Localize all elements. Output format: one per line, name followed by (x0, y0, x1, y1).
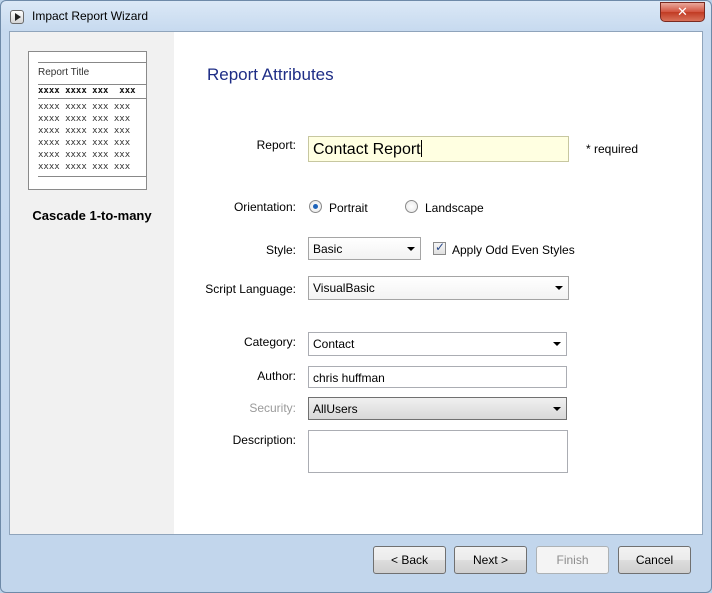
portrait-radio-label[interactable]: Portrait (329, 201, 368, 215)
cancel-button[interactable]: Cancel (618, 546, 691, 574)
chevron-down-icon (553, 407, 561, 411)
description-input[interactable] (308, 430, 568, 473)
category-label: Category: (243, 335, 296, 349)
security-label: Security: (249, 401, 296, 415)
preview-row: xxxx xxxx xxx xxx (38, 150, 131, 160)
preview-row: xxxx xxxx xxx xxx (38, 138, 131, 148)
layout-preview-panel: Report Title xxxx xxxx xxx xxx xxxx xxxx… (10, 32, 174, 534)
category-select[interactable]: Contact (308, 332, 567, 356)
required-note: * required (586, 142, 639, 156)
window-title: Impact Report Wizard (32, 9, 149, 23)
style-value: Basic (313, 242, 343, 256)
preview-row: xxxx xxxx xxx xxx (38, 162, 131, 172)
wizard-content: Report Title xxxx xxxx xxx xxx xxxx xxxx… (9, 31, 703, 535)
odd-even-label[interactable]: Apply Odd Even Styles (452, 243, 575, 257)
close-button[interactable]: ✕ (660, 2, 705, 22)
app-icon (10, 10, 24, 24)
chevron-down-icon (553, 342, 561, 346)
landscape-radio-label[interactable]: Landscape (425, 201, 484, 215)
description-label: Description: (232, 433, 296, 447)
script-language-value: VisualBasic (313, 281, 375, 295)
preview-rule (38, 176, 146, 177)
next-button[interactable]: Next > (454, 546, 527, 574)
text-caret (420, 140, 422, 157)
finish-button[interactable]: Finish (536, 546, 609, 574)
category-value: Contact (313, 337, 355, 351)
report-name-input[interactable]: Contact Report (308, 136, 569, 162)
landscape-radio[interactable] (405, 200, 418, 213)
layout-name: Cascade 1-to-many (32, 208, 152, 223)
preview-row: xxxx xxxx xxx xxx (38, 126, 131, 136)
preview-rule (38, 84, 146, 85)
report-label: Report: (256, 138, 296, 152)
portrait-radio[interactable] (309, 200, 322, 213)
orientation-label: Orientation: (233, 200, 296, 214)
security-value: AllUsers (313, 402, 358, 416)
back-button[interactable]: < Back (373, 546, 446, 574)
author-label: Author: (257, 369, 296, 383)
preview-rule (38, 98, 146, 99)
page-heading: Report Attributes (207, 65, 334, 84)
style-select[interactable]: Basic (308, 237, 421, 260)
chevron-down-icon (407, 247, 415, 251)
author-input[interactable]: chris huffman (308, 366, 567, 388)
chevron-down-icon (555, 286, 563, 290)
preview-row: xxxx xxxx xxx xxx (38, 114, 131, 124)
script-language-select[interactable]: VisualBasic (308, 276, 569, 300)
odd-even-checkbox[interactable] (433, 240, 446, 255)
author-value: chris huffman (313, 371, 385, 385)
style-label: Style: (265, 243, 296, 257)
preview-row: xxxx xxxx xxx xxx (38, 102, 131, 112)
preview-rule (38, 62, 146, 63)
wizard-window: Impact Report Wizard ✕ Report Title xxxx… (0, 0, 712, 593)
preview-title: Report Title (38, 67, 90, 78)
security-select[interactable]: AllUsers (308, 397, 567, 420)
title-bar: Impact Report Wizard ✕ (1, 1, 711, 31)
report-preview-thumbnail: Report Title xxxx xxxx xxx xxx xxxx xxxx… (28, 51, 147, 190)
preview-header-row: xxxx xxxx xxx xxx (38, 86, 136, 96)
report-name-value: Contact Report (313, 141, 421, 158)
script-language-label: Script Language: (205, 282, 296, 296)
close-icon: ✕ (677, 4, 688, 19)
